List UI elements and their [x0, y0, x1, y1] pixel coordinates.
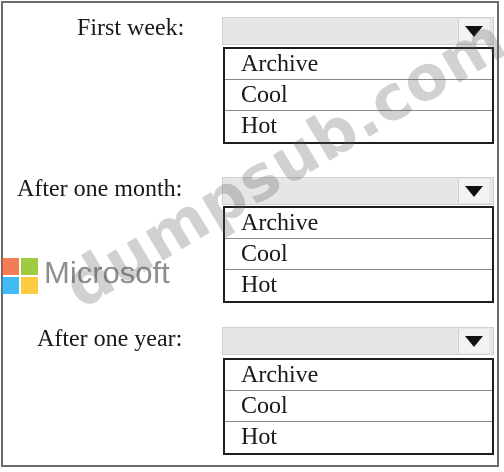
dropdown-after-one-year[interactable]: [222, 327, 494, 355]
option-archive[interactable]: Archive: [225, 208, 492, 239]
option-archive[interactable]: Archive: [225, 49, 492, 80]
option-hot[interactable]: Hot: [225, 111, 492, 142]
options-list-after-one-year: Archive Cool Hot: [223, 358, 494, 455]
dropdown-first-week[interactable]: [222, 17, 494, 45]
label-first-week: First week:: [77, 15, 185, 41]
option-cool[interactable]: Cool: [225, 239, 492, 270]
option-hot[interactable]: Hot: [225, 270, 492, 301]
dropdown-after-one-year-button[interactable]: [458, 329, 489, 353]
chevron-down-icon: [465, 335, 483, 347]
label-after-one-year: After one year:: [37, 326, 183, 352]
options-list-first-week: Archive Cool Hot: [223, 47, 494, 144]
dropdown-after-one-month[interactable]: [222, 177, 494, 205]
chevron-down-icon: [465, 25, 483, 37]
dropdown-first-week-button[interactable]: [458, 19, 489, 43]
option-hot[interactable]: Hot: [225, 422, 492, 453]
label-after-one-month: After one month:: [17, 176, 183, 202]
microsoft-logo-text: Microsoft: [44, 255, 170, 290]
option-cool[interactable]: Cool: [225, 80, 492, 111]
question-frame: First week: Archive Cool Hot After one m…: [1, 1, 499, 467]
microsoft-logo-icon: [2, 258, 38, 294]
dropdown-after-one-month-button[interactable]: [458, 179, 489, 203]
chevron-down-icon: [465, 185, 483, 197]
option-archive[interactable]: Archive: [225, 360, 492, 391]
option-cool[interactable]: Cool: [225, 391, 492, 422]
options-list-after-one-month: Archive Cool Hot: [223, 206, 494, 303]
